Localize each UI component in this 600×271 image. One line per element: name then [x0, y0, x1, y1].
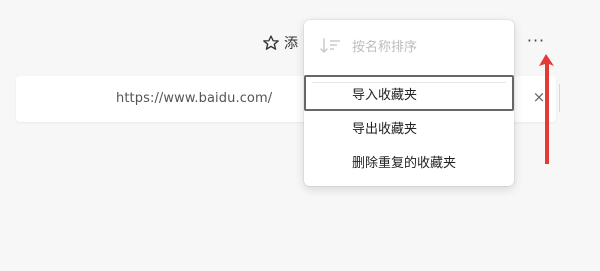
menu-item-import-favorites[interactable]: 导入收藏夹	[304, 75, 514, 111]
star-icon	[263, 35, 279, 50]
more-icon: ···	[526, 30, 546, 50]
menu-item-label: 导出收藏夹	[352, 121, 418, 137]
url-text: https://www.baidu.com/	[116, 91, 273, 106]
add-favorite-button[interactable]: 添	[262, 33, 298, 53]
sort-icon	[320, 38, 342, 58]
favorites-dropdown-menu: 按名称排序 导入收藏夹 导出收藏夹 删除重复的收藏夹	[304, 20, 514, 186]
menu-item-label: 按名称排序	[352, 39, 418, 55]
add-favorite-label: 添	[284, 36, 298, 52]
row-divider	[559, 84, 560, 112]
menu-item-sort-by-name[interactable]: 按名称排序	[304, 30, 514, 60]
menu-item-remove-duplicates[interactable]: 删除重复的收藏夹	[304, 146, 514, 176]
annotation-arrow	[538, 52, 558, 174]
more-button[interactable]: ···	[524, 30, 548, 50]
menu-item-label: 导入收藏夹	[352, 87, 418, 103]
menu-item-export-favorites[interactable]: 导出收藏夹	[304, 112, 514, 142]
menu-item-label: 删除重复的收藏夹	[352, 155, 457, 171]
